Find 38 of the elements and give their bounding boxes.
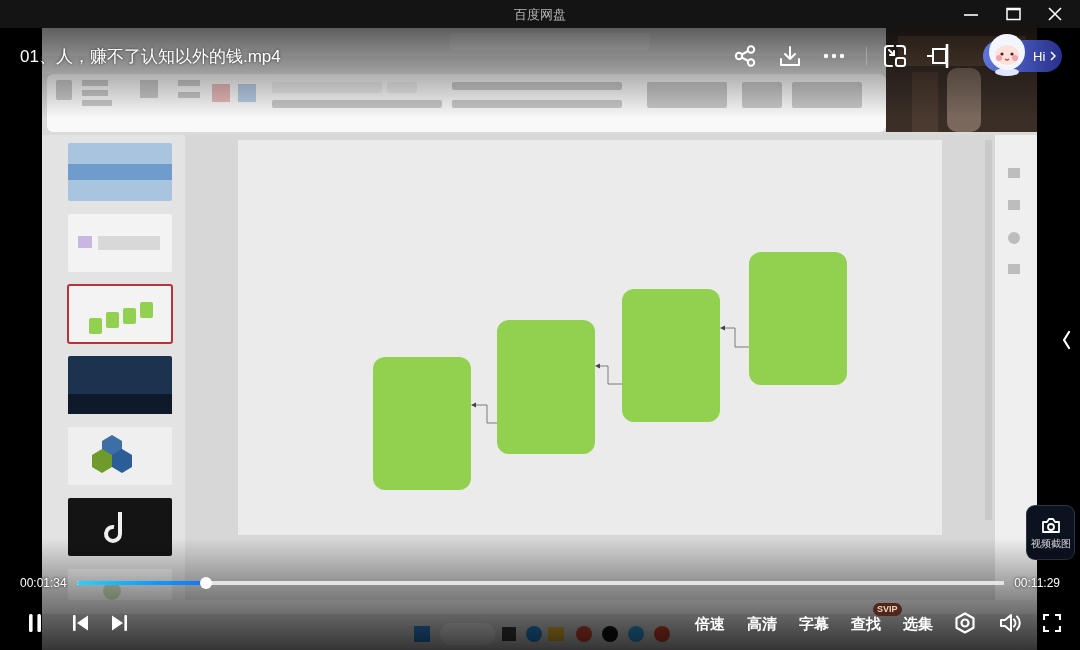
pause-icon[interactable] [29,614,41,632]
app-icon [502,627,516,641]
video-title: 01、人，赚不了认知以外的钱.mp4 [20,47,281,65]
mini-window-icon[interactable] [883,44,907,68]
player-option[interactable]: 选集 [903,615,933,631]
screenshot-button[interactable]: 视频截图 [1026,505,1075,560]
settings-icon[interactable] [955,612,975,634]
app-icon [628,626,644,642]
more-icon[interactable] [823,53,845,59]
fullscreen-icon[interactable] [1043,614,1061,632]
app-icon [602,626,618,642]
camera-icon [1040,516,1061,534]
maximize-icon[interactable] [1006,7,1021,21]
connector-arrow [595,363,623,385]
total-time: 00:11:29 [1014,577,1060,589]
window-frame-icon[interactable] [926,43,950,69]
download-icon[interactable] [779,45,801,67]
window-title: 百度网盘 [514,7,566,21]
previous-icon[interactable] [73,615,88,631]
close-icon[interactable] [1048,7,1062,21]
volume-icon[interactable] [999,612,1021,634]
player-option[interactable]: 高清 [747,615,777,631]
share-icon[interactable] [734,45,756,67]
player-option[interactable]: 倍速 [695,615,725,631]
folder-icon [548,627,564,641]
player-option[interactable]: 字幕 [799,615,829,631]
connector-arrow [471,402,498,424]
chevron-right-icon [1050,51,1057,61]
app-icon [526,626,542,642]
next-icon[interactable] [112,615,127,631]
taskbar-search-field [440,623,495,645]
app-icon [654,626,670,642]
player-option[interactable]: 查找 [851,615,881,631]
chevron-left-icon[interactable] [1061,330,1071,350]
connector-arrow [720,325,750,348]
progress-thumb[interactable] [199,577,212,589]
app-icon [576,626,592,642]
windows-logo-icon [414,626,430,642]
